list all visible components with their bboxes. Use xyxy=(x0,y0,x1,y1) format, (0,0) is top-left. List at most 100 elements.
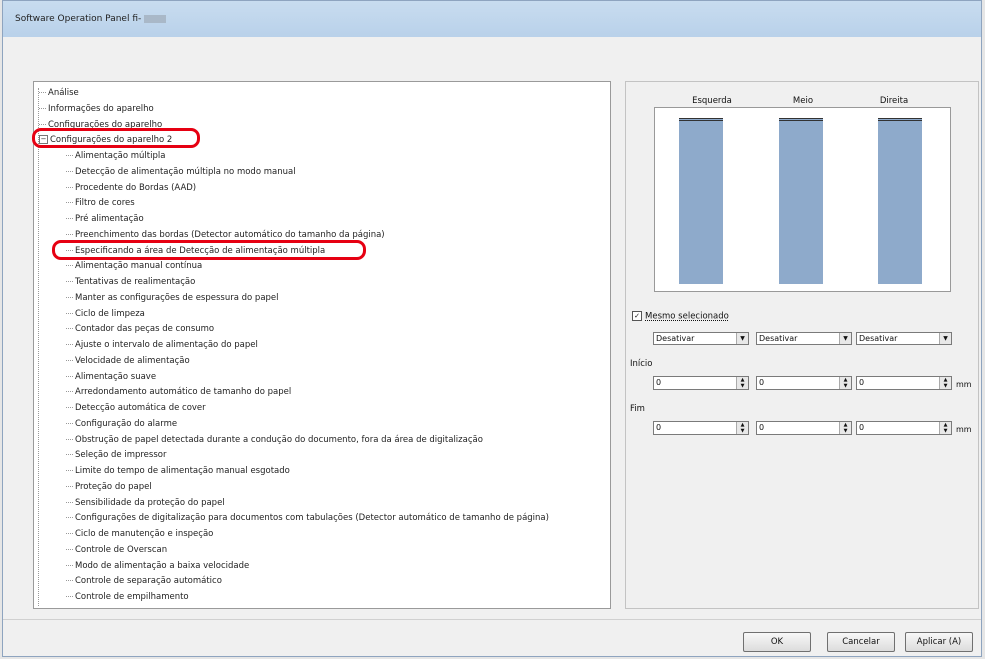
tree-item[interactable]: Detecção de alimentação múltipla no modo… xyxy=(66,167,296,178)
tree-connector xyxy=(39,92,46,93)
title-bar[interactable]: Software Operation Panel fi- xyxy=(3,1,981,38)
tree-item-label: Limite do tempo de alimentação manual es… xyxy=(75,466,290,476)
spin-arrows-icon[interactable]: ▲ ▼ xyxy=(839,422,851,434)
end-right-input[interactable]: 0 ▲ ▼ xyxy=(856,421,952,435)
end-middle-input[interactable]: 0 ▲ ▼ xyxy=(756,421,852,435)
tree-connector xyxy=(66,485,73,487)
tree-item[interactable]: Configurações do aparelho xyxy=(39,120,162,131)
tree-item[interactable]: Alimentação suave xyxy=(66,372,156,383)
tree-connector xyxy=(66,454,73,456)
tree-connector xyxy=(66,281,73,282)
tree-item[interactable]: Filtro de cores xyxy=(66,198,135,209)
area-bar-right xyxy=(878,118,922,284)
tree-item-label: Filtro de cores xyxy=(75,198,135,209)
software-operation-panel-window: Software Operation Panel fi- Análise Info… xyxy=(2,0,982,657)
tree-item-label: Configurações do aparelho 2 xyxy=(50,135,173,146)
chevron-down-icon: ▼ xyxy=(839,333,851,344)
apply-button[interactable]: Aplicar (A) xyxy=(905,632,973,652)
tree-item[interactable]: Ciclo de manutenção e inspeção xyxy=(66,529,213,540)
tree-item-label: Controle de separação automático xyxy=(75,576,222,587)
tree-connector xyxy=(66,391,73,393)
tree-item[interactable]: Ciclo de limpeza xyxy=(66,309,145,320)
tree-item-label: Configuração do alarme xyxy=(75,418,178,429)
tree-item-label: Detecção automática de cover xyxy=(75,403,206,413)
tree-item[interactable]: Controle de Overscan xyxy=(66,545,167,556)
tree-item[interactable]: Velocidade de alimentação xyxy=(66,356,190,367)
start-middle-input[interactable]: 0 ▲ ▼ xyxy=(756,376,852,390)
tree-item[interactable]: Análise xyxy=(39,88,79,99)
tree-connector xyxy=(66,407,73,408)
tree-item-label: Especificando a área de Detecção de alim… xyxy=(75,245,326,256)
spin-arrows-icon[interactable]: ▲ ▼ xyxy=(736,422,748,434)
tree-item[interactable]: Modo de alimentação a baixa velocidade xyxy=(66,561,249,572)
tree-item[interactable]: Detecção automática de cover xyxy=(66,403,206,414)
tree-item[interactable]: Proteção do papel xyxy=(66,482,152,493)
tree-item[interactable]: Informações do aparelho xyxy=(39,104,154,115)
end-left-input[interactable]: 0 ▲ ▼ xyxy=(653,421,749,435)
chevron-down-icon: ▼ xyxy=(736,333,748,344)
tree-connector xyxy=(66,186,73,188)
tree-item-label: Controle de Overscan xyxy=(75,544,168,555)
tree-item-label: Manter as configurações de espessura do … xyxy=(75,292,279,303)
mode-select-middle[interactable]: Desativar ▼ xyxy=(756,332,852,345)
tree-item[interactable]: Preenchimento das bordas (Detector autom… xyxy=(66,230,385,241)
tree-item[interactable]: Controle de empilhamento xyxy=(66,592,189,603)
check-icon: ✓ xyxy=(632,311,642,321)
tree-item[interactable]: − Configurações do aparelho 2 xyxy=(39,135,172,146)
tree-item[interactable]: Especificando a área de Detecção de alim… xyxy=(66,246,325,257)
settings-tree[interactable]: Análise Informações do aparelho Configuraç… xyxy=(33,81,611,609)
window-title: Software Operation Panel fi- xyxy=(15,14,167,24)
tree-item[interactable]: Controle de separação automático xyxy=(66,576,222,587)
tree-item[interactable]: Contador das peças de consumo xyxy=(66,324,214,335)
tree-item[interactable]: Seleção de impressor xyxy=(66,450,166,461)
tree-item[interactable]: Obstrução de papel detectada durante a c… xyxy=(66,435,483,446)
tree-item[interactable]: Procedente do Bordas (AAD) xyxy=(66,183,196,194)
tree-item[interactable]: Ajuste o intervalo de alimentação do pap… xyxy=(66,340,258,351)
spin-arrows-icon[interactable]: ▲ ▼ xyxy=(736,377,748,389)
tree-item-label: Preenchimento das bordas (Detector autom… xyxy=(75,229,385,240)
cancel-button[interactable]: Cancelar xyxy=(827,632,895,652)
tree-item-label: Arredondamento automático de tamanho do … xyxy=(75,387,292,398)
tree-item[interactable]: Tentativas de realimentação xyxy=(66,277,195,288)
tree-connector xyxy=(66,422,73,424)
tree-item[interactable]: Configurações de digitalização para docu… xyxy=(66,513,549,524)
tree-item[interactable]: Configuração do alarme xyxy=(66,419,177,430)
tree-item[interactable]: Alimentação múltipla xyxy=(66,151,165,162)
tree-connector xyxy=(66,470,73,471)
spin-arrows-icon[interactable]: ▲ ▼ xyxy=(939,422,951,434)
end-unit: mm xyxy=(956,425,972,434)
tree-item[interactable]: Pré alimentação xyxy=(66,214,144,225)
tree-item-label: Sensibilidade da proteção do papel xyxy=(75,497,225,508)
spin-arrows-icon[interactable]: ▲ ▼ xyxy=(939,377,951,389)
tree-item[interactable]: Manter as configurações de espessura do … xyxy=(66,293,279,304)
tree-item-label: Análise xyxy=(48,88,79,98)
tree-connector xyxy=(66,596,73,597)
tree-item-label: Proteção do papel xyxy=(75,481,152,492)
tree-connector xyxy=(66,438,73,440)
bottom-separator xyxy=(3,619,981,620)
tree-item-label: Tentativas de realimentação xyxy=(75,277,196,287)
tree-item-label: Ajuste o intervalo de alimentação do pap… xyxy=(75,340,258,350)
tree-connector xyxy=(39,123,46,125)
area-bar-left xyxy=(679,118,723,284)
mode-select-left[interactable]: Desativar ▼ xyxy=(653,332,749,345)
tree-item[interactable]: Arredondamento automático de tamanho do … xyxy=(66,387,291,398)
start-left-input[interactable]: 0 ▲ ▼ xyxy=(653,376,749,390)
start-right-input[interactable]: 0 ▲ ▼ xyxy=(856,376,952,390)
tree-item[interactable]: Alimentação manual contínua xyxy=(66,261,202,272)
tree-connector xyxy=(66,265,73,267)
ok-button[interactable]: OK xyxy=(743,632,811,652)
spin-arrows-icon[interactable]: ▲ ▼ xyxy=(839,377,851,389)
tree-connector xyxy=(66,548,73,550)
tree-item-label: Informações do aparelho xyxy=(48,103,154,114)
tree-item-label: Detecção de alimentação múltipla no modo… xyxy=(75,166,296,177)
column-label-left: Esquerda xyxy=(692,96,732,106)
mode-select-right[interactable]: Desativar ▼ xyxy=(856,332,952,345)
tree-item-label: Procedente do Bordas (AAD) xyxy=(75,182,197,193)
redacted-model xyxy=(144,14,167,23)
collapse-icon[interactable]: − xyxy=(39,135,48,145)
tree-item-label: Alimentação manual contínua xyxy=(75,261,203,272)
same-setting-checkbox[interactable]: ✓ Mesmo selecionado xyxy=(632,311,729,322)
tree-item[interactable]: Limite do tempo de alimentação manual es… xyxy=(66,466,290,477)
tree-item[interactable]: Sensibilidade da proteção do papel xyxy=(66,498,225,509)
